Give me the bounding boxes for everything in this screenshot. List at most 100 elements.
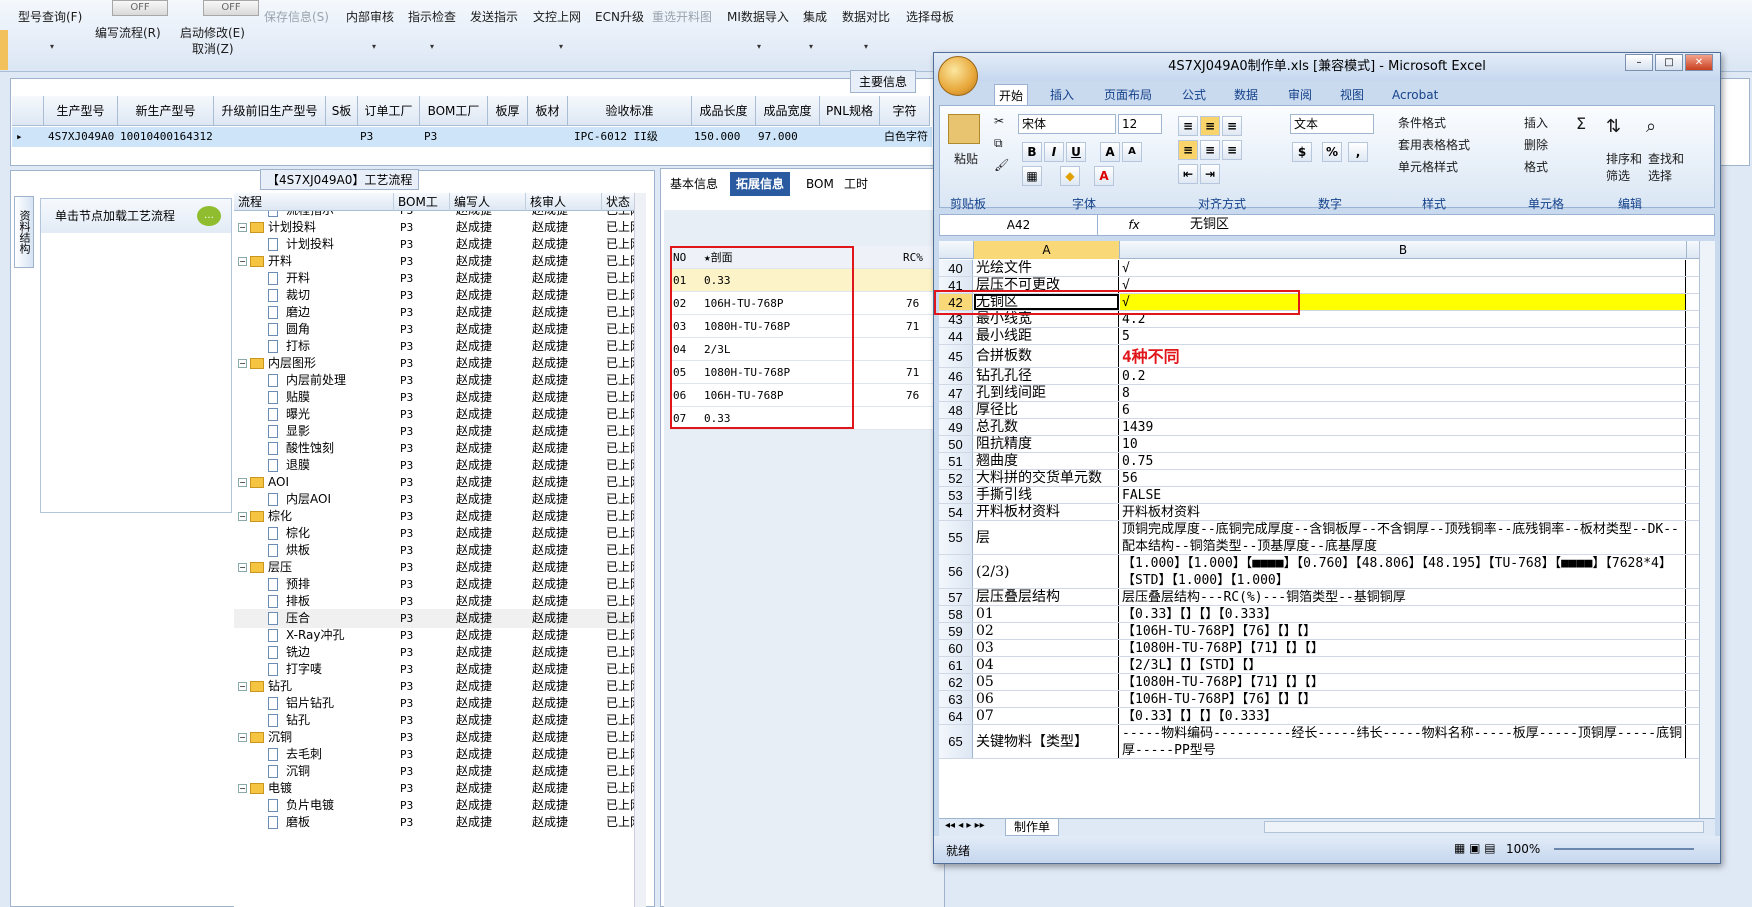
toolbar-ecn-upgrade-button[interactable]: ECN升级 — [595, 8, 644, 25]
cut-icon[interactable]: ✂ — [994, 114, 1004, 128]
collapse-icon[interactable]: − — [238, 563, 247, 572]
sheet-row[interactable]: 51 翘曲度 0.75 — [939, 453, 1699, 470]
sheet-row[interactable]: 61 04 【2/3L】【】【STD】【】 — [939, 657, 1699, 674]
cell-b[interactable]: FALSE — [1120, 487, 1686, 503]
row-header[interactable]: 40 — [939, 260, 973, 276]
cell-a[interactable]: 02 — [974, 623, 1119, 639]
grid-header[interactable]: 字符 — [880, 96, 930, 126]
sheet-row[interactable]: 47 孔到线间距 8 — [939, 385, 1699, 402]
cell-b[interactable]: 0.75 — [1120, 453, 1686, 469]
sheet-row[interactable]: 53 手撕引线 FALSE — [939, 487, 1699, 504]
cell-b[interactable]: 5 — [1120, 328, 1686, 344]
collapse-icon[interactable]: − — [238, 733, 247, 742]
row-header[interactable]: 46 — [939, 368, 973, 384]
row-header[interactable]: 64 — [939, 708, 973, 724]
cell-a[interactable]: 03 — [974, 640, 1119, 656]
cell-b[interactable]: 6 — [1120, 402, 1686, 418]
row-header[interactable]: 51 — [939, 453, 973, 469]
grid-header[interactable]: 成品宽度 — [756, 96, 820, 126]
grid-header[interactable]: 升级前旧生产型号 — [214, 96, 326, 126]
row-header[interactable]: 53 — [939, 487, 973, 503]
align-left-icon[interactable]: ≡ — [1178, 140, 1198, 160]
grid-header[interactable]: 新生产型号 — [118, 96, 214, 126]
formula-input[interactable]: 无铜区 — [1190, 215, 1229, 235]
toolbar-check-button[interactable]: 指示检查 ▾ — [408, 8, 456, 51]
cell-b[interactable]: 4种不同 — [1120, 345, 1686, 367]
toolbar-doc-online-button[interactable]: 文控上网 ▾ — [533, 8, 581, 51]
collapse-icon[interactable]: − — [238, 478, 247, 487]
collapse-icon[interactable]: − — [238, 257, 247, 266]
tab-bom[interactable]: BOM — [800, 172, 840, 196]
percent-icon[interactable]: % — [1322, 142, 1342, 162]
sheet-row[interactable]: 46 钻孔孔径 0.2 — [939, 368, 1699, 385]
tree-row[interactable]: 磨板 P3 赵成捷 赵成捷 已上网 — [234, 813, 634, 832]
format-cells-button[interactable]: 格式 — [1524, 158, 1548, 175]
toolbar-model-query-button[interactable]: 型号查询(F) ▾ — [18, 8, 82, 51]
ribbon-tab-data[interactable]: 数据 — [1230, 84, 1262, 106]
sheet-row[interactable]: 44 最小线距 5 — [939, 328, 1699, 345]
cell-b[interactable]: √ — [1120, 260, 1686, 276]
toolbar-mi-import-button[interactable]: MI数据导入 ▾ — [727, 8, 789, 51]
sheet-row[interactable]: 55 层顶铜完成厚度--底铜完成厚度--含铜板厚--不含铜厚--顶残铜率--底残铜… — [939, 521, 1699, 555]
toggle-switch[interactable]: OFF — [203, 0, 259, 16]
cell-b[interactable]: 开料板材资料 — [1120, 504, 1686, 520]
name-box[interactable]: A42 — [940, 215, 1098, 235]
cell-a[interactable]: 总孔数 — [974, 419, 1119, 435]
cell-a[interactable]: 04 — [974, 657, 1119, 673]
cell-b[interactable]: -----物料编码----------经长-----纬长-----物料名称---… — [1120, 725, 1686, 758]
tab-extended-info[interactable]: 拓展信息 — [730, 172, 791, 196]
align-center-icon[interactable]: ≡ — [1200, 140, 1220, 160]
grid-header[interactable]: 验收标准 — [568, 96, 692, 126]
ribbon-tab-view[interactable]: 视图 — [1336, 84, 1368, 106]
format-painter-icon[interactable]: 🖌 — [994, 158, 1009, 172]
bold-icon[interactable]: B — [1022, 142, 1042, 162]
vertical-tab[interactable]: 资料结构 — [14, 196, 34, 268]
cell-a[interactable]: 翘曲度 — [974, 453, 1119, 469]
cell-b[interactable]: 【2/3L】【】【STD】【】 — [1120, 657, 1686, 673]
cell-a[interactable]: 05 — [974, 674, 1119, 690]
row-header[interactable]: 47 — [939, 385, 973, 401]
zoom-slider[interactable] — [1554, 848, 1694, 850]
italic-icon[interactable]: I — [1044, 142, 1064, 162]
sheet-row[interactable]: 45 合拼板数 4种不同 — [939, 345, 1699, 368]
row-header[interactable]: 44 — [939, 328, 973, 344]
cell-b[interactable]: 【106H-TU-768P】【76】【】【】 — [1120, 623, 1686, 639]
collapse-icon[interactable]: − — [238, 223, 247, 232]
row-header[interactable]: 59 — [939, 623, 973, 639]
sheet-row[interactable]: 52 大料拼的交货单元数 56 — [939, 470, 1699, 487]
grid-header[interactable]: 生产型号 — [44, 96, 118, 126]
grow-font-icon[interactable]: A — [1100, 142, 1120, 162]
tree-col-header[interactable]: 核审人 — [526, 193, 602, 211]
copy-icon[interactable]: ⧉ — [994, 136, 1003, 151]
ribbon-tab-insert[interactable]: 插入 — [1046, 84, 1078, 106]
cell-a[interactable]: 厚径比 — [974, 402, 1119, 418]
cell-b[interactable]: 【1080H-TU-768P】【71】【】【】 — [1120, 640, 1686, 656]
cell-b[interactable]: 【0.33】【】【】【0.333】 — [1120, 708, 1686, 724]
sheet-row[interactable]: 58 01 【0.33】【】【】【0.333】 — [939, 606, 1699, 623]
row-header[interactable]: 61 — [939, 657, 973, 673]
cell-a[interactable]: 最小线距 — [974, 328, 1119, 344]
minimize-icon[interactable]: – — [1625, 54, 1653, 71]
sheet-row[interactable]: 49 总孔数 1439 — [939, 419, 1699, 436]
toolbar-cancel-button[interactable]: 取消(Z) — [192, 40, 234, 57]
indent-icon[interactable]: ⇤ — [1178, 164, 1198, 184]
font-color-icon[interactable]: A — [1094, 166, 1114, 186]
tab-nav-icon[interactable]: ◂◂ ◂ ▸ ▸▸ — [945, 820, 985, 831]
sheet-row[interactable]: 50 阻抗精度 10 — [939, 436, 1699, 453]
underline-icon[interactable]: U — [1066, 142, 1086, 162]
cell-b[interactable]: 8 — [1120, 385, 1686, 401]
find-select-button[interactable]: 查找和选择 — [1648, 150, 1688, 184]
cell-a[interactable]: 光绘文件 — [974, 260, 1119, 276]
align-middle-icon[interactable]: ≡ — [1200, 116, 1220, 136]
toolbar-start-edit-button[interactable]: 启动修改(E) — [180, 24, 245, 41]
align-top-icon[interactable]: ≡ — [1178, 116, 1198, 136]
office-button[interactable] — [938, 56, 978, 96]
cell-b[interactable]: 10 — [1120, 436, 1686, 452]
column-header-b[interactable]: B — [1120, 241, 1687, 259]
cell-a[interactable]: 合拼板数 — [974, 345, 1119, 367]
cell-a[interactable]: 钻孔孔径 — [974, 368, 1119, 384]
sheet-row[interactable]: 48 厚径比 6 — [939, 402, 1699, 419]
grid-header[interactable]: 板厚 — [488, 96, 528, 126]
column-header-a[interactable]: A — [974, 241, 1120, 259]
fill-color-icon[interactable]: ◆ — [1060, 166, 1080, 186]
